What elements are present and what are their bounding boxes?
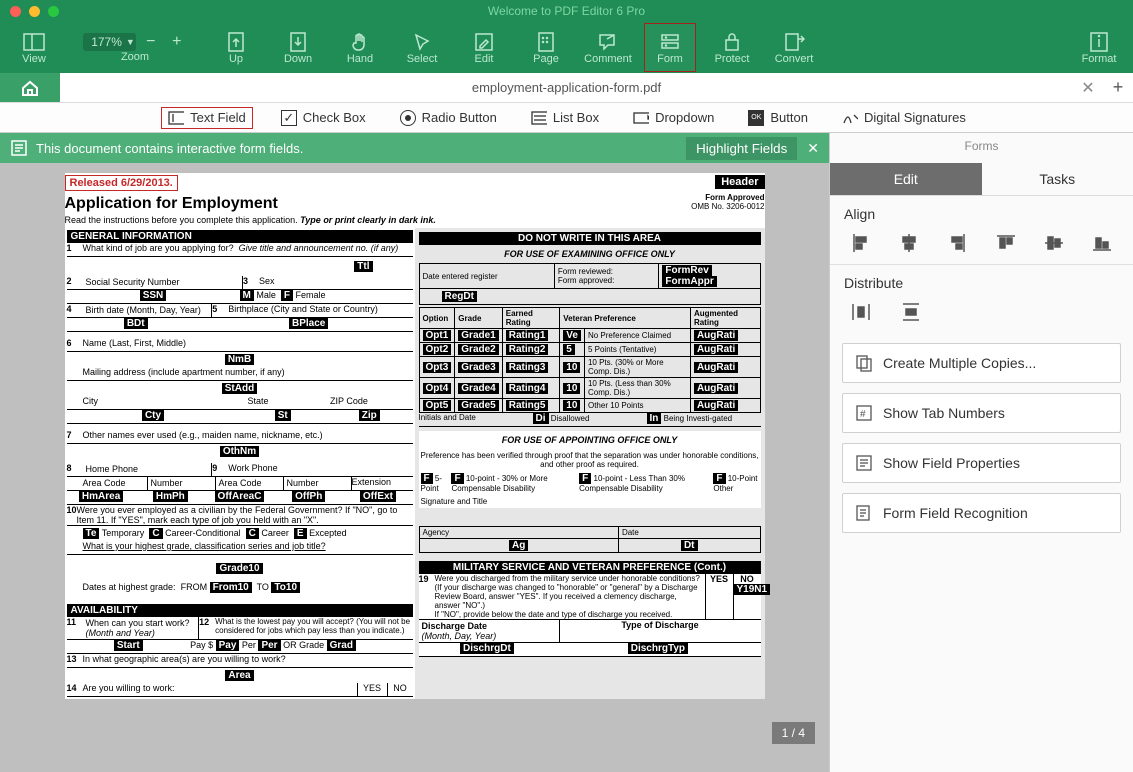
field-bplace[interactable]: BPlace bbox=[289, 318, 328, 329]
home-tab[interactable] bbox=[0, 73, 60, 102]
create-copies-button[interactable]: Create Multiple Copies... bbox=[842, 343, 1121, 383]
field-title[interactable]: Ttl bbox=[354, 261, 372, 272]
pencil-icon bbox=[474, 31, 494, 53]
minimize-window-button[interactable] bbox=[29, 6, 40, 17]
format-button[interactable]: Format bbox=[1073, 23, 1125, 72]
checkbox-tool[interactable]: ✓Check Box bbox=[275, 108, 372, 128]
field-ssn[interactable]: SSN bbox=[140, 290, 167, 301]
home-icon bbox=[20, 79, 40, 97]
align-center-v-icon[interactable] bbox=[1043, 232, 1065, 254]
up-button[interactable]: Up bbox=[210, 23, 262, 72]
convert-icon bbox=[783, 31, 805, 53]
dropdown-tool[interactable]: Dropdown bbox=[627, 108, 720, 128]
zoom-in-button[interactable]: + bbox=[167, 33, 187, 51]
page-button[interactable]: Page bbox=[520, 23, 572, 72]
document-tabbar: employment-application-form.pdf ✕ + bbox=[0, 73, 1133, 103]
hint-message: This document contains interactive form … bbox=[36, 141, 303, 156]
zoom-control: 177% ▼ − + Zoom bbox=[70, 23, 200, 72]
properties-icon bbox=[855, 454, 873, 472]
zoom-out-button[interactable]: − bbox=[141, 33, 161, 51]
document-viewport[interactable]: This document contains interactive form … bbox=[0, 133, 829, 772]
app-title: Welcome to PDF Editor 6 Pro bbox=[488, 4, 645, 18]
new-tab-button[interactable]: + bbox=[1103, 77, 1133, 98]
align-label: Align bbox=[844, 206, 1119, 222]
released-stamp: Released 6/29/2013. bbox=[65, 175, 178, 191]
page-icon bbox=[537, 31, 555, 53]
convert-button[interactable]: Convert bbox=[768, 23, 820, 72]
form-button[interactable]: Form bbox=[644, 23, 696, 72]
close-window-button[interactable] bbox=[10, 6, 21, 17]
close-tab-button[interactable]: ✕ bbox=[1073, 78, 1103, 98]
text-field-tool[interactable]: Text Field bbox=[161, 107, 253, 129]
field-othernames[interactable]: OthNm bbox=[220, 446, 259, 457]
sidebar-title: Forms bbox=[830, 133, 1133, 163]
dismiss-hint-button[interactable]: ✕ bbox=[807, 140, 819, 157]
field-name[interactable]: NmB bbox=[225, 354, 254, 365]
chevron-down-icon: ▼ bbox=[126, 37, 135, 47]
align-top-icon[interactable] bbox=[995, 232, 1017, 254]
info-icon bbox=[1089, 31, 1109, 53]
doc-title: Application for Employment bbox=[65, 193, 436, 215]
radio-tool[interactable]: Radio Button bbox=[394, 108, 503, 128]
field-staddress[interactable]: StAdd bbox=[222, 383, 257, 394]
distribute-label: Distribute bbox=[844, 275, 1119, 291]
down-button[interactable]: Down bbox=[272, 23, 324, 72]
edit-button[interactable]: Edit bbox=[458, 23, 510, 72]
signature-tool[interactable]: Digital Signatures bbox=[836, 108, 972, 128]
listbox-tool[interactable]: List Box bbox=[525, 108, 605, 128]
show-field-properties-button[interactable]: Show Field Properties bbox=[842, 443, 1121, 483]
field-bdate[interactable]: BDt bbox=[124, 318, 148, 329]
form-hint-icon bbox=[10, 139, 28, 157]
distribute-h-icon[interactable] bbox=[850, 301, 872, 323]
hand-tool-button[interactable]: Hand bbox=[334, 23, 386, 72]
tab-tasks[interactable]: Tasks bbox=[982, 163, 1133, 195]
pdf-page-1: Released 6/29/2013. Header Application f… bbox=[65, 173, 765, 699]
align-center-h-icon[interactable] bbox=[898, 232, 920, 254]
form-icon bbox=[659, 31, 681, 53]
lock-icon bbox=[723, 31, 741, 53]
traffic-lights bbox=[10, 6, 59, 17]
select-tool-button[interactable]: Select bbox=[396, 23, 448, 72]
button-tool[interactable]: OKButton bbox=[742, 108, 814, 128]
align-left-icon[interactable] bbox=[850, 232, 872, 254]
window-titlebar: Welcome to PDF Editor 6 Pro bbox=[0, 0, 1133, 22]
main-toolbar: View 177% ▼ − + Zoom Up Down Hand Select… bbox=[0, 22, 1133, 73]
highlight-fields-button[interactable]: Highlight Fields bbox=[686, 137, 797, 160]
form-field-recognition-button[interactable]: Form Field Recognition bbox=[842, 493, 1121, 533]
document-tab-title[interactable]: employment-application-form.pdf bbox=[60, 80, 1073, 95]
copies-icon bbox=[855, 354, 873, 372]
form-tools-bar: Text Field ✓Check Box Radio Button List … bbox=[0, 103, 1133, 133]
interactive-fields-hint: This document contains interactive form … bbox=[0, 133, 829, 163]
tab-edit[interactable]: Edit bbox=[830, 163, 982, 195]
comment-icon bbox=[597, 31, 619, 53]
align-bottom-icon[interactable] bbox=[1091, 232, 1113, 254]
page-indicator[interactable]: 1 / 4 bbox=[772, 722, 815, 744]
show-tab-numbers-button[interactable]: # Show Tab Numbers bbox=[842, 393, 1121, 433]
align-right-icon[interactable] bbox=[946, 232, 968, 254]
comment-button[interactable]: Comment bbox=[582, 23, 634, 72]
svg-text:#: # bbox=[860, 409, 866, 420]
view-button[interactable]: View bbox=[8, 23, 60, 72]
distribute-v-icon[interactable] bbox=[900, 301, 922, 323]
maximize-window-button[interactable] bbox=[48, 6, 59, 17]
field-grade10[interactable]: Grade10 bbox=[216, 563, 262, 574]
tab-numbers-icon: # bbox=[855, 404, 873, 422]
recognition-icon bbox=[855, 504, 873, 522]
header-field[interactable]: Header bbox=[715, 175, 764, 189]
cursor-icon bbox=[412, 31, 432, 53]
hand-icon bbox=[349, 31, 371, 53]
forms-sidebar: Forms Edit Tasks Align Distribute bbox=[829, 133, 1133, 772]
protect-button[interactable]: Protect bbox=[706, 23, 758, 72]
